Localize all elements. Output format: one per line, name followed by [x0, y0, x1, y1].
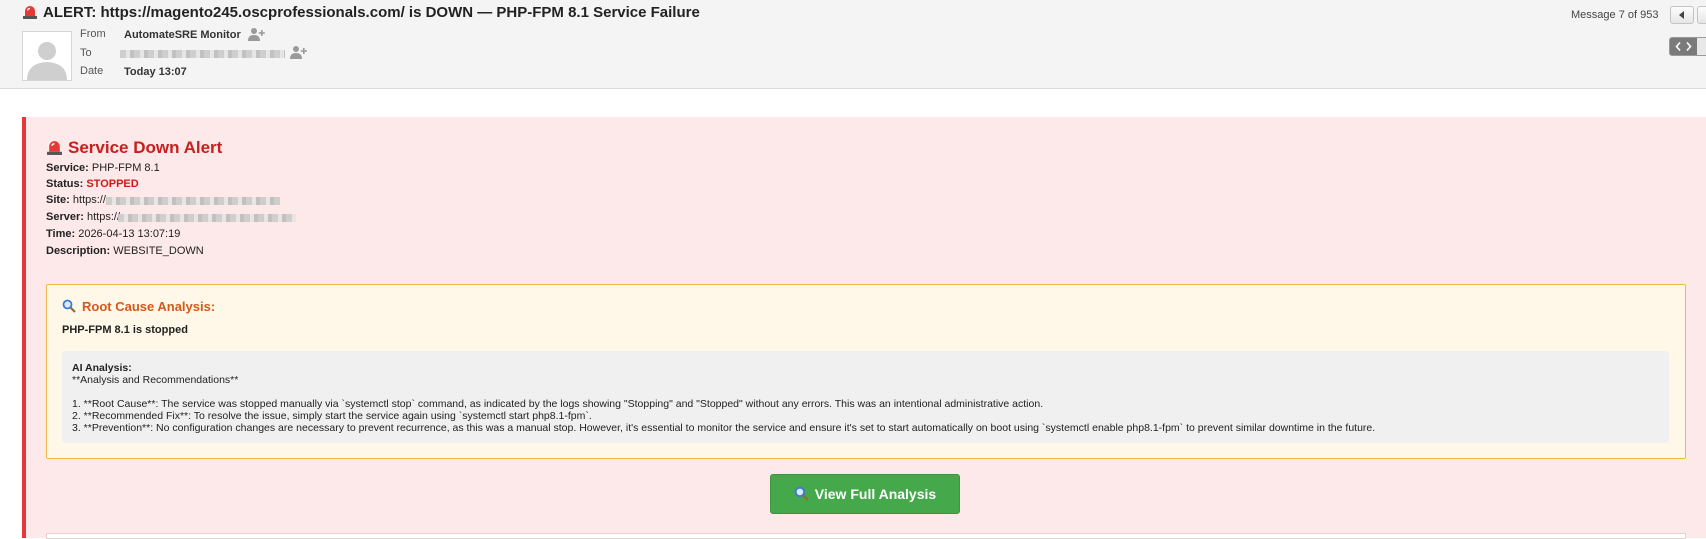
- siren-icon: [23, 6, 37, 19]
- from-value[interactable]: AutomateSRE Monitor: [124, 29, 241, 41]
- field-site: Site: https://: [46, 194, 106, 206]
- magnifier-icon: [794, 486, 809, 501]
- add-contact-icon[interactable]: [248, 27, 266, 41]
- date-value: Today 13:07: [124, 66, 187, 78]
- field-time: Time: 2026-04-13 13:07:19: [46, 228, 180, 240]
- subject-text: ALERT: https://magento245.oscprofessiona…: [43, 4, 700, 21]
- message-subject: ALERT: https://magento245.oscprofessiona…: [22, 4, 700, 21]
- status-label: Status:: [46, 178, 84, 190]
- avatar-icon: [22, 31, 72, 81]
- ai-item-recommended-fix: 2. **Recommended Fix**: To resolve the i…: [72, 410, 592, 422]
- description-label: Description:: [46, 245, 111, 257]
- view-mode-toggle[interactable]: [1669, 37, 1706, 56]
- next-message-button[interactable]: [1697, 6, 1706, 24]
- view-full-analysis-label: View Full Analysis: [814, 486, 937, 502]
- service-label: Service:: [46, 162, 89, 174]
- status-value: STOPPED: [86, 178, 139, 190]
- server-label: Server:: [46, 211, 84, 223]
- field-server: Server: https://: [46, 211, 120, 223]
- magnifier-icon: [62, 299, 76, 313]
- rca-title: Root Cause Analysis:: [62, 299, 215, 314]
- field-service: Service: PHP-FPM 8.1: [46, 162, 160, 174]
- service-value: PHP-FPM 8.1: [91, 162, 160, 174]
- message-count: Message 7 of 953: [1571, 9, 1659, 21]
- code-view-option[interactable]: [1670, 38, 1697, 55]
- rca-title-text: Root Cause Analysis:: [82, 299, 216, 314]
- ai-intro: **Analysis and Recommendations**: [72, 374, 239, 386]
- message-header: ALERT: https://magento245.oscprofessiona…: [0, 0, 1706, 89]
- alert-title: Service Down Alert: [46, 138, 222, 158]
- date-label: Date: [80, 65, 104, 77]
- description-value: WEBSITE_DOWN: [113, 245, 204, 257]
- site-url-redacted: [106, 197, 280, 205]
- siren-icon: [47, 141, 62, 155]
- field-status: Status: STOPPED: [46, 178, 139, 190]
- to-value-redacted: [120, 50, 285, 58]
- from-label: From: [80, 28, 106, 40]
- site-value[interactable]: https://: [73, 194, 106, 206]
- server-value[interactable]: https://: [87, 211, 120, 223]
- server-url-redacted: [118, 214, 296, 222]
- add-contact-icon[interactable]: [290, 45, 308, 59]
- chevron-left-icon: [1679, 11, 1684, 19]
- ai-item-prevention: 3. **Prevention**: No configuration chan…: [72, 422, 1376, 434]
- next-section: [46, 533, 1686, 539]
- code-view-icon: [1675, 41, 1692, 52]
- view-full-analysis-button[interactable]: View Full Analysis: [770, 474, 960, 514]
- time-value: 2026-04-13 13:07:19: [78, 228, 181, 240]
- ai-heading: AI Analysis:: [72, 362, 132, 374]
- ai-item-root-cause: 1. **Root Cause**: The service was stopp…: [72, 398, 1044, 410]
- rca-summary: PHP-FPM 8.1 is stopped: [62, 324, 188, 336]
- alert-title-text: Service Down Alert: [68, 138, 223, 157]
- prev-message-button[interactable]: [1670, 6, 1694, 24]
- time-label: Time:: [46, 228, 76, 240]
- site-label: Site:: [46, 194, 70, 206]
- field-description: Description: WEBSITE_DOWN: [46, 245, 204, 257]
- to-label: To: [80, 47, 92, 59]
